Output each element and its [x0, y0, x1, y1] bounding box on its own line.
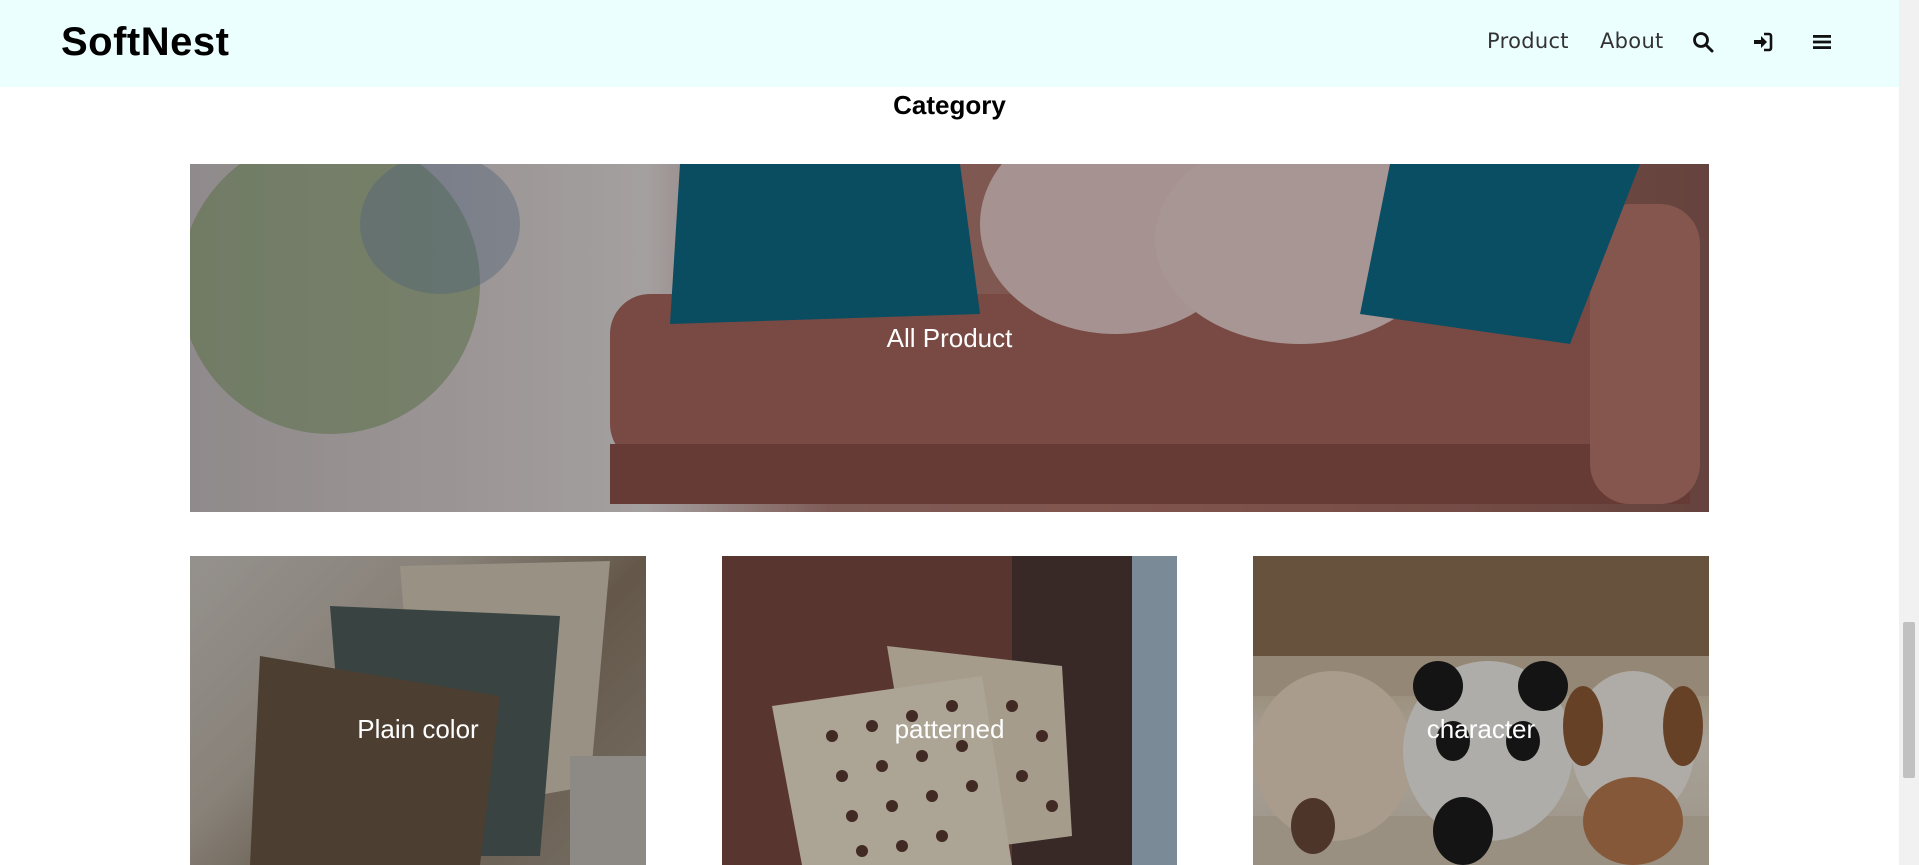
- category-label: character: [1426, 714, 1536, 744]
- nav-link-product[interactable]: Product: [1487, 29, 1569, 53]
- category-card-all-product[interactable]: All Product: [190, 164, 1709, 512]
- page-scrollbar[interactable]: [1899, 0, 1919, 865]
- card-overlay: [190, 556, 646, 865]
- category-label: All Product: [886, 323, 1013, 353]
- category-card-plain-color[interactable]: Plain color: [190, 556, 646, 865]
- hamburger-menu-icon[interactable]: [1810, 30, 1836, 56]
- category-card-character[interactable]: character: [1253, 556, 1709, 865]
- card-overlay: [1253, 556, 1709, 865]
- sign-in-icon[interactable]: [1751, 30, 1777, 56]
- top-navbar: SoftNest Product About: [0, 0, 1899, 87]
- card-overlay: [722, 556, 1177, 865]
- search-icon[interactable]: [1691, 30, 1717, 56]
- page: SoftNest Product About Category All Prod…: [0, 0, 1919, 865]
- scrollbar-thumb[interactable]: [1903, 622, 1915, 778]
- category-label: patterned: [894, 714, 1005, 744]
- nav-link-about[interactable]: About: [1600, 29, 1664, 53]
- category-card-patterned[interactable]: patterned: [722, 556, 1177, 865]
- section-title-category: Category: [893, 90, 1006, 120]
- brand-logo[interactable]: SoftNest: [61, 20, 229, 65]
- category-label: Plain color: [357, 714, 479, 744]
